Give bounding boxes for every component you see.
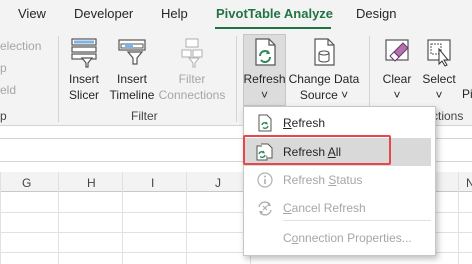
column-header-i[interactable]: I bbox=[151, 176, 154, 190]
tab-developer[interactable]: Developer bbox=[74, 6, 133, 21]
refresh-dropdown-arrow: ˅ bbox=[260, 88, 268, 102]
highlight-box bbox=[243, 135, 391, 165]
partial-pivotchart-label: Pi bbox=[462, 87, 472, 101]
clear-button[interactable]: Clear ˅ bbox=[376, 36, 418, 103]
column-gridline bbox=[58, 172, 59, 264]
tab-design[interactable]: Design bbox=[356, 6, 396, 21]
filter-connections-label-2: Connections bbox=[158, 88, 226, 102]
insert-timeline-label-2: Timeline bbox=[109, 88, 155, 102]
insert-slicer-button[interactable]: Insert Slicer bbox=[63, 36, 105, 103]
partial-p-label: p bbox=[0, 61, 7, 75]
refresh-icon bbox=[258, 114, 272, 132]
actions-group-label: ctions bbox=[432, 109, 464, 123]
column-gridline bbox=[122, 172, 123, 264]
insert-timeline-label-1: Insert bbox=[116, 72, 147, 86]
ribbon-tab-bar: View Developer Help PivotTable Analyze D… bbox=[0, 0, 472, 30]
clear-icon bbox=[385, 39, 409, 62]
column-header-j[interactable]: J bbox=[215, 176, 221, 190]
menu-item-label: Refresh bbox=[283, 116, 326, 130]
insert-slicer-label-2: Slicer bbox=[68, 88, 99, 102]
change-data-source-button[interactable]: Change Data Source ˅ bbox=[288, 36, 360, 103]
menu-item-label: Refresh Status bbox=[283, 173, 363, 187]
info-icon bbox=[257, 172, 273, 188]
column-gridline bbox=[186, 172, 187, 264]
select-dropdown-arrow: ˅ bbox=[435, 88, 443, 102]
change-data-source-label-1: Change Data bbox=[288, 72, 360, 86]
column-header-g[interactable]: G bbox=[22, 176, 31, 190]
menu-item-refresh-status[interactable]: Refresh Status bbox=[244, 166, 435, 194]
refresh-label: Refresh bbox=[243, 72, 286, 86]
clear-label: Clear bbox=[382, 72, 412, 86]
menu-item-refresh[interactable]: Refresh bbox=[244, 109, 435, 137]
column-gridline bbox=[458, 172, 459, 264]
clear-dropdown-arrow: ˅ bbox=[393, 88, 401, 102]
partial-selection-label: election bbox=[0, 39, 42, 53]
refresh-icon bbox=[254, 38, 276, 66]
filter-connections-button[interactable]: Filter Connections bbox=[158, 36, 226, 103]
menu-item-cancel-refresh[interactable]: Cancel Refresh bbox=[244, 194, 435, 222]
timeline-icon bbox=[118, 39, 146, 65]
insert-timeline-button[interactable]: Insert Timeline bbox=[108, 36, 156, 103]
refresh-button[interactable]: Refresh ˅ bbox=[243, 36, 286, 103]
select-label: Select bbox=[422, 72, 456, 86]
cancel-refresh-icon bbox=[258, 201, 272, 216]
menu-item-label: Cancel Refresh bbox=[283, 201, 366, 215]
change-data-source-label-2: Source ˅ bbox=[299, 88, 349, 102]
insert-slicer-label-1: Insert bbox=[68, 72, 99, 86]
tab-view[interactable]: View bbox=[18, 6, 46, 21]
menu-item-label: Connection Properties... bbox=[283, 231, 412, 245]
refresh-dropdown-menu: Refresh Refresh All Refresh Status Cance… bbox=[243, 106, 436, 256]
tab-help[interactable]: Help bbox=[161, 6, 188, 21]
column-gridline bbox=[0, 172, 1, 264]
filter-connections-label-1: Filter bbox=[178, 72, 206, 86]
select-button[interactable]: Select ˅ bbox=[419, 36, 459, 103]
change-data-source-icon bbox=[314, 38, 335, 66]
slicer-icon bbox=[71, 38, 97, 68]
group-separator bbox=[236, 36, 237, 122]
filter-connections-icon bbox=[181, 38, 203, 68]
menu-item-connection-properties[interactable]: Connection Properties... bbox=[244, 224, 435, 252]
filter-group-label: Filter bbox=[131, 109, 158, 123]
active-tab-underline bbox=[215, 27, 331, 29]
partial-field-label: eld bbox=[0, 83, 17, 97]
group-separator bbox=[58, 36, 59, 122]
column-header-h[interactable]: H bbox=[87, 176, 96, 190]
menu-separator bbox=[283, 220, 431, 221]
tab-pivottable-analyze[interactable]: PivotTable Analyze bbox=[216, 6, 333, 21]
column-header-n[interactable]: N bbox=[466, 176, 472, 190]
select-icon bbox=[427, 39, 451, 67]
partial-group-label: p bbox=[0, 109, 7, 123]
